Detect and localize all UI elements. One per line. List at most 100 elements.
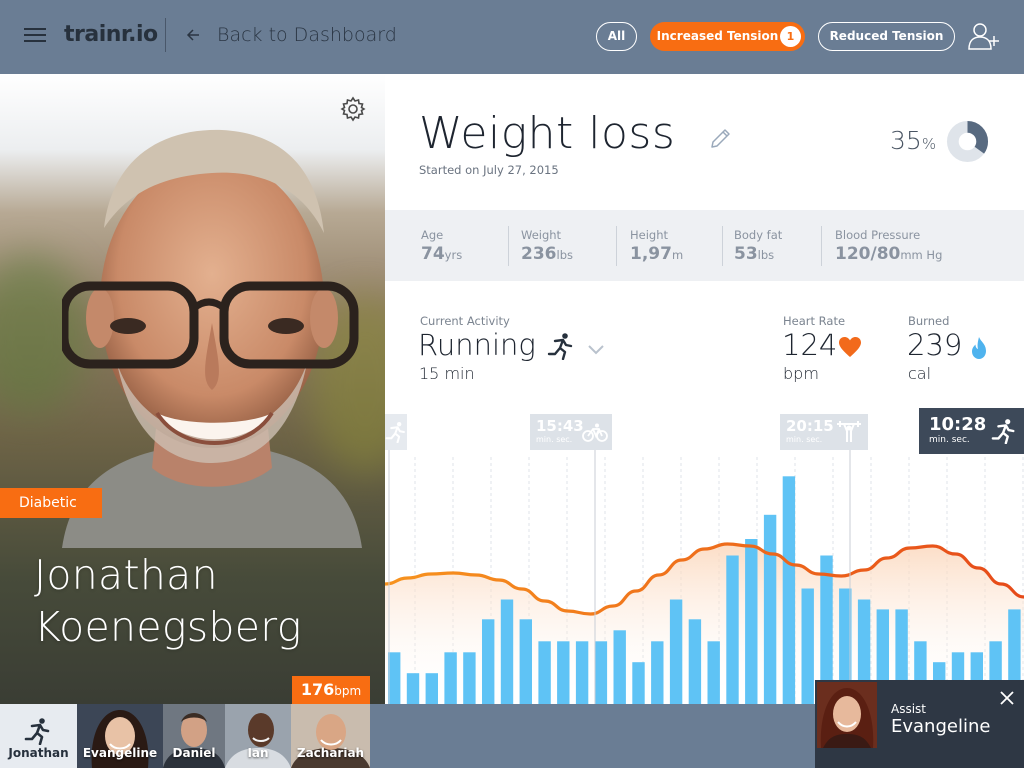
- patient-item-label: Daniel: [172, 746, 216, 760]
- heart-rate-value: 124: [782, 328, 838, 362]
- stat-value: 53lbs: [734, 244, 775, 264]
- goal-detail-panel: Weight loss Started on July 27, 2015 35%…: [385, 74, 1024, 704]
- assist-name: Evangeline: [891, 716, 991, 737]
- chart-bar: [763, 514, 777, 704]
- chart-bar: [782, 476, 796, 704]
- chart-bar: [519, 619, 532, 704]
- stat-label: Blood Pressure: [835, 228, 921, 242]
- assist-panel[interactable]: Assist Evangeline: [815, 680, 1024, 768]
- timeline-marker-weights[interactable]: 20:15 min. sec.: [780, 414, 868, 450]
- patient-item-jonathan[interactable]: Jonathan: [0, 704, 77, 768]
- chart-bar: [726, 555, 739, 704]
- burned-unit: cal: [908, 364, 932, 383]
- patient-photo-panel: Diabetic Jonathan Koenegsberg: [0, 74, 385, 704]
- burned-label: Burned: [908, 314, 950, 328]
- run-icon: [385, 421, 405, 443]
- activity-duration: 15 min: [419, 364, 475, 383]
- run-icon: [991, 419, 1015, 444]
- chart-bar: [594, 641, 608, 704]
- heart-rate-unit: bpm: [783, 364, 819, 383]
- chart-bar: [651, 641, 664, 704]
- chart-bar: [669, 599, 683, 704]
- progress-unit: %: [921, 135, 937, 153]
- timeline-marker-run[interactable]: [385, 414, 407, 450]
- stat-body-fat: Body fat 53lbs: [734, 228, 782, 264]
- heart-rate-label: Heart Rate: [783, 314, 846, 328]
- filter-all-button[interactable]: All: [596, 22, 637, 51]
- condition-tag: Diabetic: [0, 488, 102, 518]
- patient-item-zachariah[interactable]: Zachariah: [291, 704, 370, 768]
- stat-age: Age 74yrs: [421, 228, 462, 264]
- current-activity-label: Current Activity: [420, 314, 510, 328]
- chart-bar: [406, 673, 420, 704]
- stat-divider: [508, 226, 509, 266]
- chart-bar: [801, 588, 814, 704]
- heart-rate-alert-badge: 176bpm: [292, 676, 370, 704]
- chart-bar: [575, 641, 589, 704]
- progress-value: 35: [890, 126, 922, 155]
- patient-item-ian[interactable]: Ian: [225, 704, 291, 768]
- chart-bar: [388, 652, 401, 704]
- chart-bar: [613, 630, 626, 704]
- chart-bar: [482, 619, 495, 704]
- burned-value: 239: [907, 328, 963, 362]
- patient-item-label: Zachariah: [296, 746, 365, 760]
- chart-bar: [444, 652, 457, 704]
- chevron-down-icon[interactable]: [587, 344, 605, 356]
- top-bar: trainr.io Back to Dashboard All Increase…: [0, 0, 1024, 74]
- stat-label: Weight: [521, 228, 562, 242]
- marker-units: min. sec.: [929, 435, 970, 445]
- stat-height: Height 1,97m: [630, 228, 683, 264]
- run-icon: [24, 718, 50, 745]
- chart-bar: [745, 539, 758, 704]
- app-logo[interactable]: trainr.io: [64, 22, 158, 47]
- assist-label: Assist: [891, 702, 927, 716]
- settings-gear-icon[interactable]: [340, 96, 366, 122]
- stat-value: 1,97m: [630, 244, 684, 264]
- filter-reduced-tension-button[interactable]: Reduced Tension: [818, 22, 955, 51]
- timeline-marker-run-current[interactable]: 10:28 min. sec.: [919, 408, 1024, 454]
- stat-label: Height: [630, 228, 669, 242]
- heart-icon: [839, 337, 861, 357]
- goal-progress-percent: 35%: [890, 126, 936, 155]
- patient-item-daniel[interactable]: Daniel: [163, 704, 225, 768]
- hamburger-menu-icon[interactable]: [24, 28, 46, 44]
- patient-item-label: Evangeline: [82, 746, 158, 760]
- bike-icon: [582, 423, 608, 442]
- patient-item-label: Jonathan: [8, 746, 69, 760]
- chart-bar: [538, 641, 551, 704]
- alert-bpm-unit: bpm: [334, 684, 362, 698]
- add-user-icon[interactable]: [966, 20, 1002, 52]
- edit-pencil-icon[interactable]: [707, 126, 733, 152]
- stat-divider: [722, 226, 723, 266]
- goal-start-date: Started on July 27, 2015: [419, 163, 559, 177]
- patient-item-evangeline[interactable]: Evangeline: [77, 704, 163, 768]
- chart-bar: [632, 662, 645, 704]
- current-activity-value: Running: [418, 328, 536, 362]
- chart-bar: [557, 641, 570, 704]
- timeline-marker-bike[interactable]: 15:43 min. sec.: [530, 414, 612, 450]
- marker-units: min. sec.: [536, 435, 573, 444]
- stat-label: Age: [421, 228, 444, 242]
- assist-avatar: [817, 682, 877, 748]
- back-to-dashboard-link[interactable]: Back to Dashboard: [217, 24, 397, 46]
- patient-item-label: Ian: [247, 746, 269, 760]
- filter-increased-label: Increased Tension: [656, 29, 779, 43]
- marker-units: min. sec.: [786, 435, 823, 444]
- stat-value: 74yrs: [421, 244, 463, 264]
- marker-time: 10:28: [929, 414, 987, 435]
- increased-count-badge: 1: [780, 26, 801, 47]
- stat-label: Body fat: [734, 228, 783, 242]
- stat-weight: Weight 236lbs: [521, 228, 573, 264]
- chart-bar: [688, 619, 702, 704]
- filter-increased-tension-button[interactable]: Increased Tension 1: [650, 22, 805, 51]
- vital-stats-bar: Age 74yrs Weight 236lbs Height 1,97m Bod…: [385, 210, 1024, 281]
- marker-time: 20:15: [786, 417, 834, 435]
- weights-icon: [837, 421, 861, 442]
- patient-portrait: [62, 129, 362, 548]
- chart-bar: [500, 599, 514, 704]
- close-icon[interactable]: [999, 690, 1015, 706]
- stat-blood-pressure: Blood Pressure 120/80mm Hg: [835, 228, 942, 264]
- back-arrow-icon[interactable]: [185, 25, 201, 45]
- stat-value: 120/80mm Hg: [835, 244, 943, 264]
